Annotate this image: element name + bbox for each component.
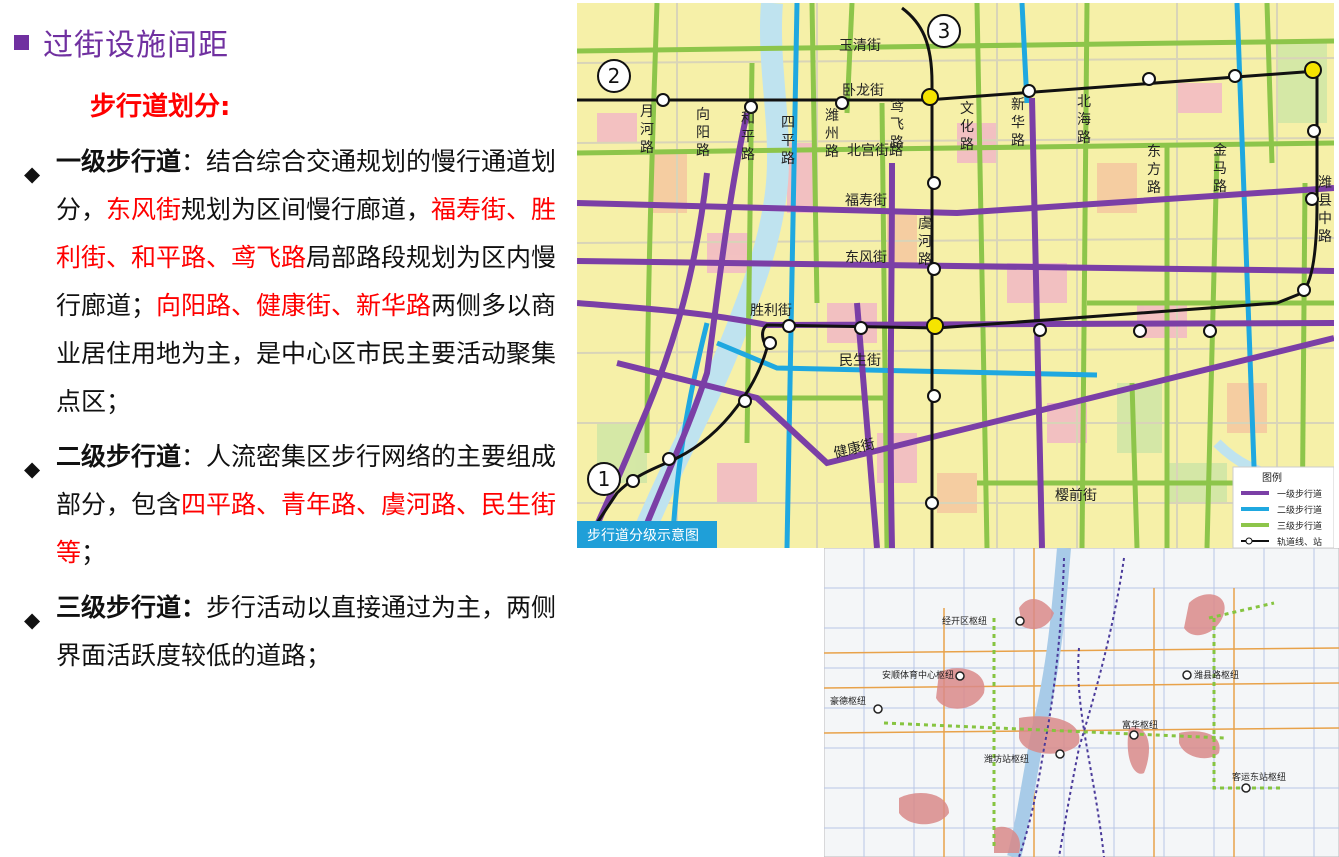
hub-label-haode: 豪德枢纽 <box>830 695 866 707</box>
level1-text-2: 规划为区间慢行廊道， <box>181 195 432 224</box>
bullet-level3: ◆ 三级步行道：步行活动以直接通过为主，两侧界面活跃度较低的道路； <box>20 584 570 680</box>
diamond-bullet-icon: ◆ <box>24 457 41 481</box>
legend-rail: 轨道线、站 <box>1277 536 1322 548</box>
label-minsheng-street: 民生街 <box>839 353 881 369</box>
label-fushou-street: 福寿街 <box>845 192 887 209</box>
label-siping-road: 四平路 <box>781 115 795 167</box>
hub-label-anshun: 安顺体育中心枢纽 <box>882 669 954 681</box>
bullet-level1: ◆ 一级步行道：结合综合交通规划的慢行通道划分，东风街规划为区间慢行廊道，福寿街… <box>20 138 570 426</box>
label-yuqing-street: 玉清街 <box>839 38 881 54</box>
legend-level2: 二级步行道 <box>1277 504 1322 516</box>
page-title: 过街设施间距 <box>43 28 229 63</box>
label-yuehe-road: 月河路 <box>640 104 654 156</box>
label-wenhua-road: 文化路 <box>960 101 974 153</box>
line-badge-3: 3 <box>938 19 951 43</box>
transit-hub-map: 经开区枢纽 安顺体育中心枢纽 豪德枢纽 潍县路枢纽 富华枢纽 潍坊站枢纽 客运东… <box>824 548 1339 857</box>
diamond-bullet-icon: ◆ <box>24 608 41 632</box>
label-yuhe-road: 虞河路 <box>918 216 932 268</box>
label-shengli-street: 胜利街 <box>750 303 792 319</box>
label-dongfang-road: 东方路 <box>1147 144 1161 196</box>
label-beihai-road: 北海路 <box>1077 94 1091 146</box>
map-caption: 步行道分级示意图 <box>587 527 699 544</box>
label-weizhou-road: 潍州路 <box>825 108 839 160</box>
legend-level1: 一级步行道 <box>1277 488 1322 500</box>
line-badge-1: 1 <box>598 467 611 491</box>
label-wolong-street: 卧龙街 <box>842 83 884 99</box>
hub-label-jingkai: 经开区枢纽 <box>942 615 987 627</box>
level1-highlight-3: 向阳路、健康街、新华路 <box>156 291 432 320</box>
page-title-row: 过街设施间距 <box>14 20 229 64</box>
level3-heading: 三级步行道： <box>56 593 207 622</box>
diamond-bullet-icon: ◆ <box>24 162 41 186</box>
level2-text-2: ； <box>81 538 107 567</box>
map-legend: 图例 一级步行道 二级步行道 三级步行道 轨道线、站 <box>1232 466 1334 548</box>
label-xinhua-road: 新华路 <box>1011 97 1025 149</box>
section-subtitle: 步行道划分: <box>90 92 231 122</box>
level1-highlight-1: 东风街 <box>106 195 182 224</box>
legend-title: 图例 <box>1262 471 1282 484</box>
bullet-list: ◆ 一级步行道：结合综合交通规划的慢行通道划分，东风街规划为区间慢行廊道，福寿街… <box>20 138 570 687</box>
hub-label-weixianlu: 潍县路枢纽 <box>1194 669 1239 681</box>
bullet-level2: ◆ 二级步行道：人流密集区步行网络的主要组成部分，包含四平路、青年路、虞河路、民… <box>20 433 570 577</box>
hub-label-weifang-station: 潍坊站枢纽 <box>984 753 1029 765</box>
label-jinma-road: 金马路 <box>1213 143 1227 195</box>
line-badge-2: 2 <box>608 64 621 88</box>
label-yingqian-street: 樱前街 <box>1055 487 1097 504</box>
title-bullet-square <box>14 34 29 50</box>
label-xiangyang-road: 向阳路 <box>696 107 710 159</box>
legend-level3: 三级步行道 <box>1277 520 1322 532</box>
label-yuanfei-road: 鸢飞路 <box>890 99 904 151</box>
hub-label-fuhua: 富华枢纽 <box>1122 719 1158 731</box>
label-dongfeng-street: 东风街 <box>845 250 887 266</box>
label-heping-road: 和平路 <box>741 111 755 163</box>
pedestrian-grade-map: 2 3 1 玉清街 卧龙街 福寿街 东风街 胜利街 民生街 健康街 樱前街 北宫… <box>577 3 1334 548</box>
level2-heading: 二级步行道 <box>56 442 182 471</box>
hub-label-east-bus-station: 客运东站枢纽 <box>1232 771 1286 783</box>
level1-heading: 一级步行道 <box>56 147 182 176</box>
